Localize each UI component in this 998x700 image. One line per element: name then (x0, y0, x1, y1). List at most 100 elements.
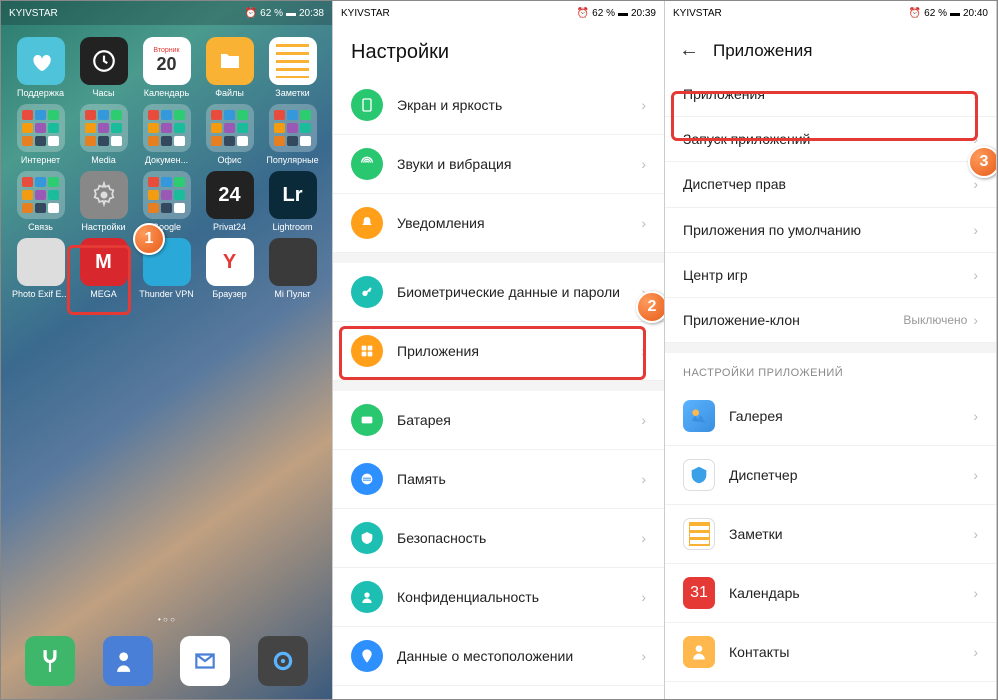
app-settings-row-3[interactable]: 31Календарь› (665, 564, 996, 623)
carrier-label: KYIVSTAR (9, 8, 245, 19)
apps-row-4[interactable]: Центр игр› (665, 253, 996, 298)
row-icon (351, 276, 383, 308)
chevron-right-icon: › (641, 97, 646, 113)
settings-list: Экран и яркость›Звуки и вибрация›Уведомл… (333, 76, 664, 686)
app-Офис[interactable]: Офис (198, 104, 261, 167)
chevron-right-icon: › (973, 267, 978, 283)
app-settings-row-0[interactable]: Галерея› (665, 387, 996, 446)
row-label: Уведомления (397, 214, 641, 232)
dock (1, 636, 332, 689)
row-value: Выключено (903, 313, 967, 327)
app-Photo Exif E...[interactable]: Photo Exif E... (9, 238, 72, 301)
app-settings-row-4[interactable]: Контакты› (665, 623, 996, 682)
app-Популярные[interactable]: Популярные (261, 104, 324, 167)
app-Связь[interactable]: Связь (9, 171, 72, 234)
settings-row-7[interactable]: Безопасность› (333, 509, 664, 568)
app-label: Офис (198, 155, 261, 167)
row-icon (351, 89, 383, 121)
app-label: Настройки (72, 222, 135, 234)
app-Файлы[interactable]: Файлы (198, 37, 261, 100)
home-icon-grid: ПоддержкаЧасыВторник20КалендарьФайлыЗаме… (1, 25, 332, 301)
app-Заметки[interactable]: Заметки (261, 37, 324, 100)
row-label: Диспетчер (729, 466, 973, 484)
app-settings-list: Галерея›Диспетчер›Заметки›31Календарь›Ко… (665, 387, 996, 682)
dock-app-2[interactable] (180, 636, 230, 686)
row-label: Звуки и вибрация (397, 155, 641, 173)
row-icon (351, 522, 383, 554)
settings-row-6[interactable]: Память› (333, 450, 664, 509)
app-Privat24[interactable]: 24Privat24 (198, 171, 261, 234)
app-Интернет[interactable]: Интернет (9, 104, 72, 167)
header: ← Приложения (665, 25, 996, 72)
dock-app-0[interactable] (25, 636, 75, 686)
apps-row-3[interactable]: Приложения по умолчанию› (665, 208, 996, 253)
app-label: Браузер (198, 289, 261, 301)
app-Докумен...[interactable]: Докумен... (135, 104, 198, 167)
app-Media[interactable]: Media (72, 104, 135, 167)
chevron-right-icon: › (973, 585, 978, 601)
battery-label: 62 % (260, 8, 283, 19)
app-label: Lightroom (261, 222, 324, 234)
app-Lightroom[interactable]: LrLightroom (261, 171, 324, 234)
time-label: 20:39 (631, 8, 656, 19)
back-icon[interactable]: ← (679, 39, 699, 62)
app-label: Поддержка (9, 88, 72, 100)
settings-row-8[interactable]: Конфиденциальность› (333, 568, 664, 627)
settings-row-3[interactable]: Биометрические данные и пароли› (333, 263, 664, 322)
row-label: Память (397, 470, 641, 488)
app-Часы[interactable]: Часы (72, 37, 135, 100)
row-label: Галерея (729, 407, 973, 425)
chevron-right-icon: › (973, 526, 978, 542)
battery-label: 62 % (924, 8, 947, 19)
chevron-right-icon: › (973, 408, 978, 424)
row-icon (351, 581, 383, 613)
battery-icon: ▬ (618, 8, 628, 19)
row-label: Данные о местоположении (397, 647, 641, 665)
row-label: Приложение-клон (683, 311, 903, 329)
app-label: Файлы (198, 88, 261, 100)
app-icon (683, 518, 715, 550)
app-label: Photo Exif E... (9, 289, 72, 301)
settings-row-1[interactable]: Звуки и вибрация› (333, 135, 664, 194)
status-bar: KYIVSTAR ⏰ 62 % ▬ 20:38 (1, 1, 332, 25)
settings-row-9[interactable]: Данные о местоположении› (333, 627, 664, 686)
app-label: Thunder VPN (135, 289, 198, 301)
app-Mi Пульт[interactable]: Mi Пульт (261, 238, 324, 301)
settings-row-2[interactable]: Уведомления› (333, 194, 664, 253)
time-label: 20:38 (299, 8, 324, 19)
chevron-right-icon: › (641, 412, 646, 428)
chevron-right-icon: › (641, 156, 646, 172)
time-label: 20:40 (963, 8, 988, 19)
row-icon (351, 463, 383, 495)
highlight-apps-item (671, 91, 978, 141)
dock-app-1[interactable] (103, 636, 153, 686)
apps-row-5[interactable]: Приложение-клонВыключено› (665, 298, 996, 343)
app-icon (683, 400, 715, 432)
page-title: Настройки (333, 25, 664, 76)
row-label: Центр игр (683, 266, 973, 284)
chevron-right-icon: › (641, 589, 646, 605)
dock-app-3[interactable] (258, 636, 308, 686)
settings-row-5[interactable]: Батарея› (333, 391, 664, 450)
page-indicator: • ○ ○ (1, 615, 332, 624)
app-label: Календарь (135, 88, 198, 100)
chevron-right-icon: › (641, 648, 646, 664)
settings-row-0[interactable]: Экран и яркость› (333, 76, 664, 135)
app-icon (683, 459, 715, 491)
app-settings-row-2[interactable]: Заметки› (665, 505, 996, 564)
app-label: Заметки (261, 88, 324, 100)
app-Браузер[interactable]: YБраузер (198, 238, 261, 301)
status-bar: KYIVSTAR ⏰ 62 % ▬ 20:40 (665, 1, 996, 25)
app-Настройки[interactable]: Настройки (72, 171, 135, 234)
app-icon: 31 (683, 577, 715, 609)
row-label: Экран и яркость (397, 96, 641, 114)
highlight-apps-row (339, 326, 646, 380)
app-icon (683, 636, 715, 668)
app-settings-row-1[interactable]: Диспетчер› (665, 446, 996, 505)
app-label: Mi Пульт (261, 289, 324, 301)
app-Календарь[interactable]: Вторник20Календарь (135, 37, 198, 100)
apps-row-2[interactable]: Диспетчер прав› (665, 162, 996, 207)
carrier-label: KYIVSTAR (341, 8, 577, 19)
separator (665, 343, 996, 353)
app-Поддержка[interactable]: Поддержка (9, 37, 72, 100)
